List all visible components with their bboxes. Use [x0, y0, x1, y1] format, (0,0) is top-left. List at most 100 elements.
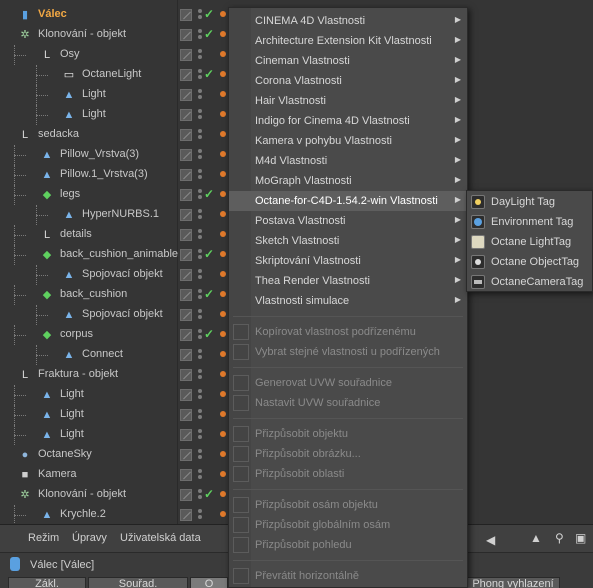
arrow-left-icon[interactable]: ◀ [486, 533, 495, 547]
tag-icon[interactable] [220, 371, 226, 377]
object-name[interactable]: Klonování - objekt [38, 28, 126, 40]
tag-icon[interactable] [220, 471, 226, 477]
menu-item[interactable]: Corona Vlastnosti ▶ [229, 71, 467, 91]
tag-icon[interactable] [220, 91, 226, 97]
submenu-item[interactable]: DayLight Tag [467, 192, 592, 212]
tag-icon[interactable] [220, 411, 226, 417]
tag-icon[interactable] [220, 51, 226, 57]
object-name[interactable]: Válec [38, 8, 67, 20]
menu-item[interactable]: Cineman Vlastnosti ▶ [229, 51, 467, 71]
userdata-menu[interactable]: Uživatelská data [120, 532, 201, 544]
enabled-check-icon[interactable]: ✓ [204, 7, 214, 21]
visibility-dots[interactable] [198, 149, 202, 161]
object-name[interactable]: Krychle.2 [60, 508, 106, 520]
menu-item[interactable]: CINEMA 4D Vlastnosti ▶ [229, 11, 467, 31]
object-name[interactable]: Light [60, 388, 84, 400]
layer-toggle[interactable] [180, 389, 192, 401]
object-name[interactable]: Light [82, 88, 106, 100]
menu-item[interactable]: Sketch Vlastnosti ▶ [229, 231, 467, 251]
visibility-dots[interactable] [198, 49, 202, 61]
object-name[interactable]: Light [60, 408, 84, 420]
enabled-check-icon[interactable]: ✓ [204, 67, 214, 81]
mode-menu[interactable]: Režim [28, 532, 59, 544]
enabled-check-icon[interactable]: ✓ [204, 27, 214, 41]
tag-icon[interactable] [220, 391, 226, 397]
tab-object[interactable]: O [190, 577, 228, 588]
layer-toggle[interactable] [180, 229, 192, 241]
visibility-dots[interactable] [198, 309, 202, 321]
layer-toggle[interactable] [180, 149, 192, 161]
submenu-item[interactable]: Octane ObjectTag [467, 252, 592, 272]
layer-toggle[interactable] [180, 69, 192, 81]
object-name[interactable]: Kamera [38, 468, 77, 480]
visibility-dots[interactable] [198, 269, 202, 281]
layer-toggle[interactable] [180, 449, 192, 461]
tag-icon[interactable] [220, 451, 226, 457]
layer-toggle[interactable] [180, 109, 192, 121]
menu-item[interactable]: M4d Vlastnosti ▶ [229, 151, 467, 171]
visibility-dots[interactable] [198, 349, 202, 361]
visibility-dots[interactable] [198, 9, 202, 21]
visibility-dots[interactable] [198, 29, 202, 41]
visibility-dots[interactable] [198, 249, 202, 261]
visibility-dots[interactable] [198, 229, 202, 241]
visibility-dots[interactable] [198, 69, 202, 81]
layer-toggle[interactable] [180, 309, 192, 321]
submenu-item[interactable]: OctaneCameraTag [467, 272, 592, 292]
menu-item[interactable]: Vlastnosti simulace ▶ [229, 291, 467, 311]
tag-icon[interactable] [220, 191, 226, 197]
object-name[interactable]: back_cushion [60, 288, 127, 300]
layer-toggle[interactable] [180, 89, 192, 101]
visibility-dots[interactable] [198, 409, 202, 421]
enabled-check-icon[interactable]: ✓ [204, 247, 214, 261]
visibility-dots[interactable] [198, 89, 202, 101]
tag-icon[interactable] [220, 71, 226, 77]
visibility-dots[interactable] [198, 329, 202, 341]
tag-icon[interactable] [220, 331, 226, 337]
layer-toggle[interactable] [180, 29, 192, 41]
search-icon[interactable]: ⚲ [555, 531, 564, 545]
tag-icon[interactable] [220, 491, 226, 497]
object-name[interactable]: Light [82, 108, 106, 120]
submenu-item[interactable]: Environment Tag [467, 212, 592, 232]
visibility-dots[interactable] [198, 489, 202, 501]
object-name[interactable]: Spojovací objekt [82, 268, 163, 280]
visibility-dots[interactable] [198, 429, 202, 441]
tab-coordinates[interactable]: Souřad. [88, 577, 188, 588]
object-name[interactable]: Connect [82, 348, 123, 360]
visibility-dots[interactable] [198, 469, 202, 481]
visibility-dots[interactable] [198, 169, 202, 181]
object-name[interactable]: Spojovací objekt [82, 308, 163, 320]
tag-icon[interactable] [220, 431, 226, 437]
tag-icon[interactable] [220, 151, 226, 157]
enabled-check-icon[interactable]: ✓ [204, 187, 214, 201]
menu-item[interactable]: Hair Vlastnosti ▶ [229, 91, 467, 111]
tag-icon[interactable] [220, 511, 226, 517]
object-name[interactable]: sedacka [38, 128, 79, 140]
enabled-check-icon[interactable]: ✓ [204, 287, 214, 301]
visibility-dots[interactable] [198, 389, 202, 401]
tag-icon[interactable] [220, 131, 226, 137]
tag-icon[interactable] [220, 251, 226, 257]
layer-toggle[interactable] [180, 49, 192, 61]
object-name[interactable]: Pillow.1_Vrstva(3) [60, 168, 148, 180]
menu-item[interactable]: Kamera v pohybu Vlastnosti ▶ [229, 131, 467, 151]
menu-item[interactable]: Architecture Extension Kit Vlastnosti ▶ [229, 31, 467, 51]
tag-icon[interactable] [220, 11, 226, 17]
layer-toggle[interactable] [180, 509, 192, 521]
enabled-check-icon[interactable]: ✓ [204, 487, 214, 501]
layer-toggle[interactable] [180, 249, 192, 261]
lock-icon[interactable]: ▣ [575, 531, 586, 545]
tag-icon[interactable] [220, 231, 226, 237]
menu-item[interactable]: Octane-for-C4D-1.54.2-win Vlastnosti ▶ [229, 191, 467, 211]
visibility-dots[interactable] [198, 189, 202, 201]
visibility-dots[interactable] [198, 129, 202, 141]
visibility-dots[interactable] [198, 449, 202, 461]
layer-toggle[interactable] [180, 209, 192, 221]
object-name[interactable]: OctaneLight [82, 68, 141, 80]
layer-toggle[interactable] [180, 369, 192, 381]
tag-icon[interactable] [220, 351, 226, 357]
layer-toggle[interactable] [180, 469, 192, 481]
object-name[interactable]: corpus [60, 328, 93, 340]
layer-toggle[interactable] [180, 489, 192, 501]
